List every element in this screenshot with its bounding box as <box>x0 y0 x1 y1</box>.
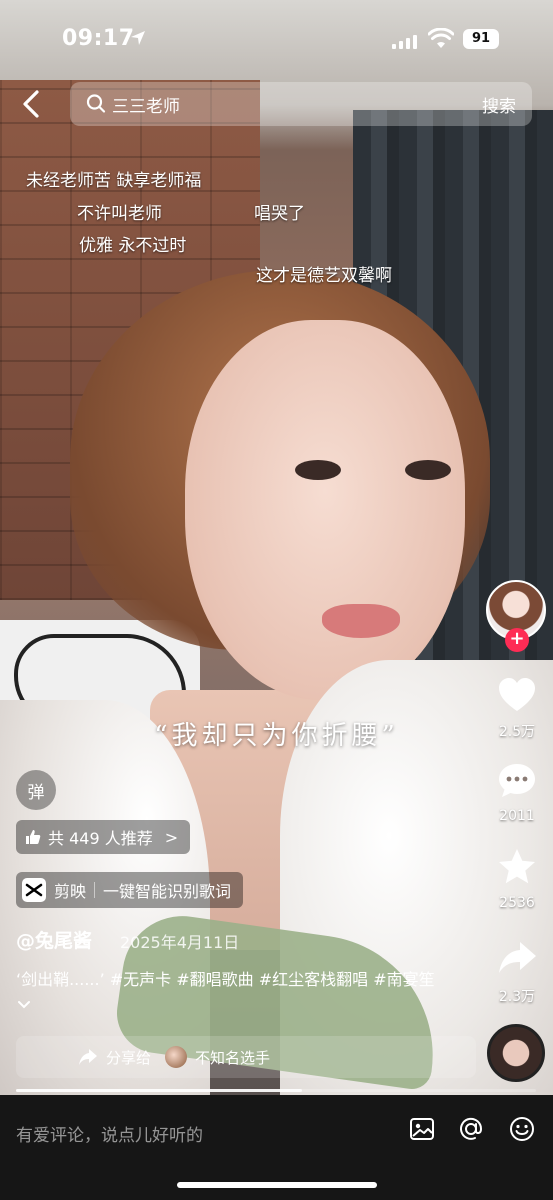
comment-icon[interactable] <box>496 760 538 802</box>
video-description[interactable]: ‘剑出鞘......’ #无声卡 #翻唱歌曲 #红尘客栈翻唱 #南宴笙 <box>16 967 446 1017</box>
thumbs-up-icon <box>26 830 41 844</box>
like-count: 2.5万 <box>498 724 536 740</box>
recommend-chip[interactable]: 共 449 人推荐 > <box>16 820 191 854</box>
heart-icon[interactable] <box>496 674 538 716</box>
star-icon[interactable] <box>496 846 538 888</box>
danmaku-toggle-button[interactable]: 弹 <box>16 770 56 810</box>
video-background <box>185 320 465 700</box>
image-icon[interactable] <box>408 1115 436 1143</box>
author-handle[interactable]: @兔尾酱 <box>16 926 92 953</box>
video-progress-bar[interactable] <box>16 1089 536 1092</box>
status-time: 09:17 <box>62 26 135 51</box>
capcut-logo-icon <box>22 878 46 902</box>
chevron-right-icon: > <box>164 827 179 847</box>
music-disc-icon[interactable] <box>487 1024 545 1082</box>
post-date: 2025年4月11日 <box>120 933 240 952</box>
comment-input[interactable]: 有爱评论，说点儿好听的 <box>16 1121 203 1146</box>
chevron-down-icon[interactable] <box>18 1000 30 1010</box>
danmaku-comment: 这才是德艺双馨啊 <box>256 266 392 286</box>
progress-fill <box>16 1089 302 1092</box>
divider <box>94 882 96 898</box>
recipient-avatar <box>165 1046 188 1068</box>
cellular-signal-icon <box>392 33 420 49</box>
share-icon[interactable] <box>496 936 538 978</box>
battery-indicator: 91 <box>463 29 499 49</box>
danmaku-comment: 优雅 永不过时 <box>79 236 187 256</box>
search-query[interactable]: 三三老师 <box>112 92 180 117</box>
lyric-caption: “我却只为你折腰” <box>154 721 399 751</box>
danmaku-toggle-label: 弹 <box>27 782 45 803</box>
comment-count: 2011 <box>499 808 535 824</box>
follow-plus-button[interactable]: + <box>505 628 529 652</box>
search-icon <box>86 94 106 113</box>
description-text: ‘剑出鞘......’ #无声卡 #翻唱歌曲 #红尘客栈翻唱 #南宴笙 <box>16 970 435 989</box>
emoji-icon[interactable] <box>508 1115 536 1143</box>
share-recipient: 不知名选手 <box>195 1048 271 1067</box>
at-mention-icon[interactable] <box>457 1115 485 1143</box>
video-background <box>295 460 341 480</box>
favorite-count: 2536 <box>499 895 535 911</box>
video-background <box>322 604 400 638</box>
home-indicator <box>177 1182 377 1188</box>
share-to-friend-bar[interactable]: 分享给 不知名选手 <box>16 1036 476 1078</box>
recommend-label: 共 449 人推荐 <box>48 829 153 848</box>
danmaku-comment: 未经老师苦 缺享老师福 <box>26 171 202 191</box>
share-arrow-icon <box>79 1049 97 1065</box>
danmaku-comment: 不许叫老师 <box>77 204 162 224</box>
share-count: 2.3万 <box>498 989 536 1005</box>
location-arrow-icon <box>130 30 146 50</box>
status-bar: 09:17 91 <box>0 0 553 80</box>
wifi-icon <box>428 28 454 48</box>
capcut-banner[interactable]: 剪映 一键智能识别歌词 <box>16 872 244 908</box>
danmaku-comment: 唱哭了 <box>254 204 305 224</box>
video-background <box>405 460 451 480</box>
back-icon[interactable] <box>18 88 46 120</box>
capcut-feature-text: 一键智能识别歌词 <box>103 882 232 901</box>
search-bar[interactable]: 三三老师 搜索 <box>70 82 532 126</box>
capcut-app-name: 剪映 <box>54 882 87 901</box>
search-button[interactable]: 搜索 <box>482 92 516 117</box>
share-label: 分享给 <box>106 1048 152 1067</box>
